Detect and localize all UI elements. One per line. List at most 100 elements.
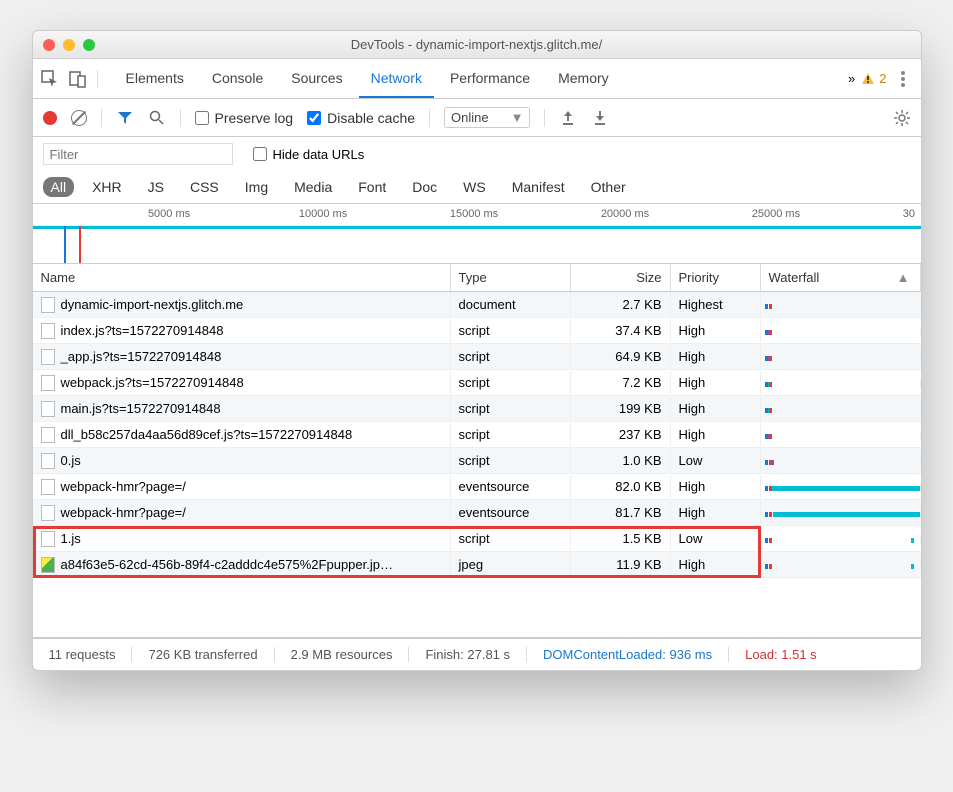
header-priority[interactable]: Priority <box>671 264 761 291</box>
type-filter-manifest[interactable]: Manifest <box>504 177 573 197</box>
devtools-window: DevTools - dynamic-import-nextjs.glitch.… <box>32 30 922 671</box>
cell-size: 1.0 KB <box>571 449 671 472</box>
clear-button[interactable] <box>71 110 87 126</box>
empty-area <box>33 578 921 638</box>
cell-waterfall <box>761 327 921 335</box>
cell-type: jpeg <box>451 553 571 576</box>
request-row[interactable]: a84f63e5-62cd-456b-89f4-c2adddc4e575%2Fp… <box>33 552 921 578</box>
type-filter-css[interactable]: CSS <box>182 177 227 197</box>
tab-network[interactable]: Network <box>359 60 434 98</box>
filter-input[interactable] <box>43 143 233 165</box>
upload-har-icon[interactable] <box>559 109 577 127</box>
cell-priority: High <box>671 501 761 524</box>
type-filter-xhr[interactable]: XHR <box>84 177 130 197</box>
cell-name: 1.js <box>33 527 451 551</box>
settings-icon[interactable] <box>893 109 911 127</box>
file-icon <box>41 401 55 417</box>
request-row[interactable]: webpack.js?ts=1572270914848script7.2 KBH… <box>33 370 921 396</box>
cell-type: script <box>451 319 571 342</box>
header-type[interactable]: Type <box>451 264 571 291</box>
sort-asc-icon: ▲ <box>897 270 910 285</box>
window-title: DevTools - dynamic-import-nextjs.glitch.… <box>33 37 921 52</box>
tab-sources[interactable]: Sources <box>279 60 354 98</box>
kebab-menu-icon[interactable] <box>893 71 913 87</box>
cell-priority: High <box>671 319 761 342</box>
titlebar: DevTools - dynamic-import-nextjs.glitch.… <box>33 31 921 59</box>
tab-memory[interactable]: Memory <box>546 60 621 98</box>
hide-data-urls-checkbox[interactable]: Hide data URLs <box>253 147 365 162</box>
status-transferred: 726 KB transferred <box>132 647 274 662</box>
cell-waterfall <box>761 561 921 569</box>
request-row[interactable]: _app.js?ts=1572270914848script64.9 KBHig… <box>33 344 921 370</box>
request-row[interactable]: webpack-hmr?page=/eventsource81.7 KBHigh <box>33 500 921 526</box>
status-domcontentloaded: DOMContentLoaded: 936 ms <box>527 647 729 662</box>
cell-waterfall <box>761 509 921 517</box>
close-window-button[interactable] <box>43 39 55 51</box>
cell-size: 37.4 KB <box>571 319 671 342</box>
disable-cache-checkbox[interactable]: Disable cache <box>307 110 415 126</box>
more-tabs-icon[interactable]: » <box>848 71 855 86</box>
request-row[interactable]: dynamic-import-nextjs.glitch.medocument2… <box>33 292 921 318</box>
request-row[interactable]: webpack-hmr?page=/eventsource82.0 KBHigh <box>33 474 921 500</box>
cell-type: eventsource <box>451 501 571 524</box>
inspect-element-icon[interactable] <box>41 70 59 88</box>
timeline-tick: 15000 ms <box>450 208 498 220</box>
download-har-icon[interactable] <box>591 109 609 127</box>
tab-performance[interactable]: Performance <box>438 60 542 98</box>
cell-priority: High <box>671 423 761 446</box>
request-row[interactable]: main.js?ts=1572270914848script199 KBHigh <box>33 396 921 422</box>
header-size[interactable]: Size <box>571 264 671 291</box>
cell-type: script <box>451 449 571 472</box>
cell-waterfall <box>761 405 921 413</box>
request-row[interactable]: dll_b58c257da4aa56d89cef.js?ts=157227091… <box>33 422 921 448</box>
type-filter-doc[interactable]: Doc <box>404 177 445 197</box>
type-filter-img[interactable]: Img <box>237 177 276 197</box>
tab-elements[interactable]: Elements <box>114 60 196 98</box>
type-filter-js[interactable]: JS <box>140 177 172 197</box>
cell-priority: Highest <box>671 293 761 316</box>
cell-priority: High <box>671 475 761 498</box>
cell-name: a84f63e5-62cd-456b-89f4-c2adddc4e575%2Fp… <box>33 553 451 577</box>
cell-type: script <box>451 397 571 420</box>
cell-name: 0.js <box>33 449 451 473</box>
type-filter-media[interactable]: Media <box>286 177 340 197</box>
filter-toggle-icon[interactable] <box>116 109 134 127</box>
chevron-down-icon: ▼ <box>511 110 524 125</box>
cell-waterfall <box>761 353 921 361</box>
tab-console[interactable]: Console <box>200 60 275 98</box>
header-waterfall[interactable]: Waterfall ▲ <box>761 264 921 291</box>
device-toggle-icon[interactable] <box>69 70 87 88</box>
cell-size: 7.2 KB <box>571 371 671 394</box>
cell-name: webpack.js?ts=1572270914848 <box>33 371 451 395</box>
header-name[interactable]: Name <box>33 264 451 291</box>
file-icon <box>41 505 55 521</box>
request-row[interactable]: index.js?ts=1572270914848script37.4 KBHi… <box>33 318 921 344</box>
minimize-window-button[interactable] <box>63 39 75 51</box>
record-button[interactable] <box>43 111 57 125</box>
cell-type: document <box>451 293 571 316</box>
zoom-window-button[interactable] <box>83 39 95 51</box>
cell-size: 199 KB <box>571 397 671 420</box>
cell-priority: Low <box>671 449 761 472</box>
file-icon <box>41 479 55 495</box>
cell-name: dynamic-import-nextjs.glitch.me <box>33 293 451 317</box>
throttle-select[interactable]: Online ▼ <box>444 107 530 128</box>
type-filter-other[interactable]: Other <box>583 177 634 197</box>
cell-size: 1.5 KB <box>571 527 671 550</box>
type-filter-font[interactable]: Font <box>350 177 394 197</box>
timeline-overview[interactable]: 5000 ms10000 ms15000 ms20000 ms25000 ms3… <box>33 204 921 264</box>
file-icon <box>41 375 55 391</box>
image-file-icon <box>41 557 55 573</box>
search-icon[interactable] <box>148 109 166 127</box>
cell-priority: High <box>671 553 761 576</box>
cell-size: 2.7 KB <box>571 293 671 316</box>
preserve-log-checkbox[interactable]: Preserve log <box>195 110 294 126</box>
cell-size: 82.0 KB <box>571 475 671 498</box>
warnings-badge[interactable]: 2 <box>861 71 886 86</box>
type-filter-all[interactable]: All <box>43 177 75 197</box>
request-row[interactable]: 0.jsscript1.0 KBLow <box>33 448 921 474</box>
type-filter-ws[interactable]: WS <box>455 177 494 197</box>
request-row[interactable]: 1.jsscript1.5 KBLow <box>33 526 921 552</box>
timeline-tick: 20000 ms <box>601 208 649 220</box>
file-icon <box>41 531 55 547</box>
